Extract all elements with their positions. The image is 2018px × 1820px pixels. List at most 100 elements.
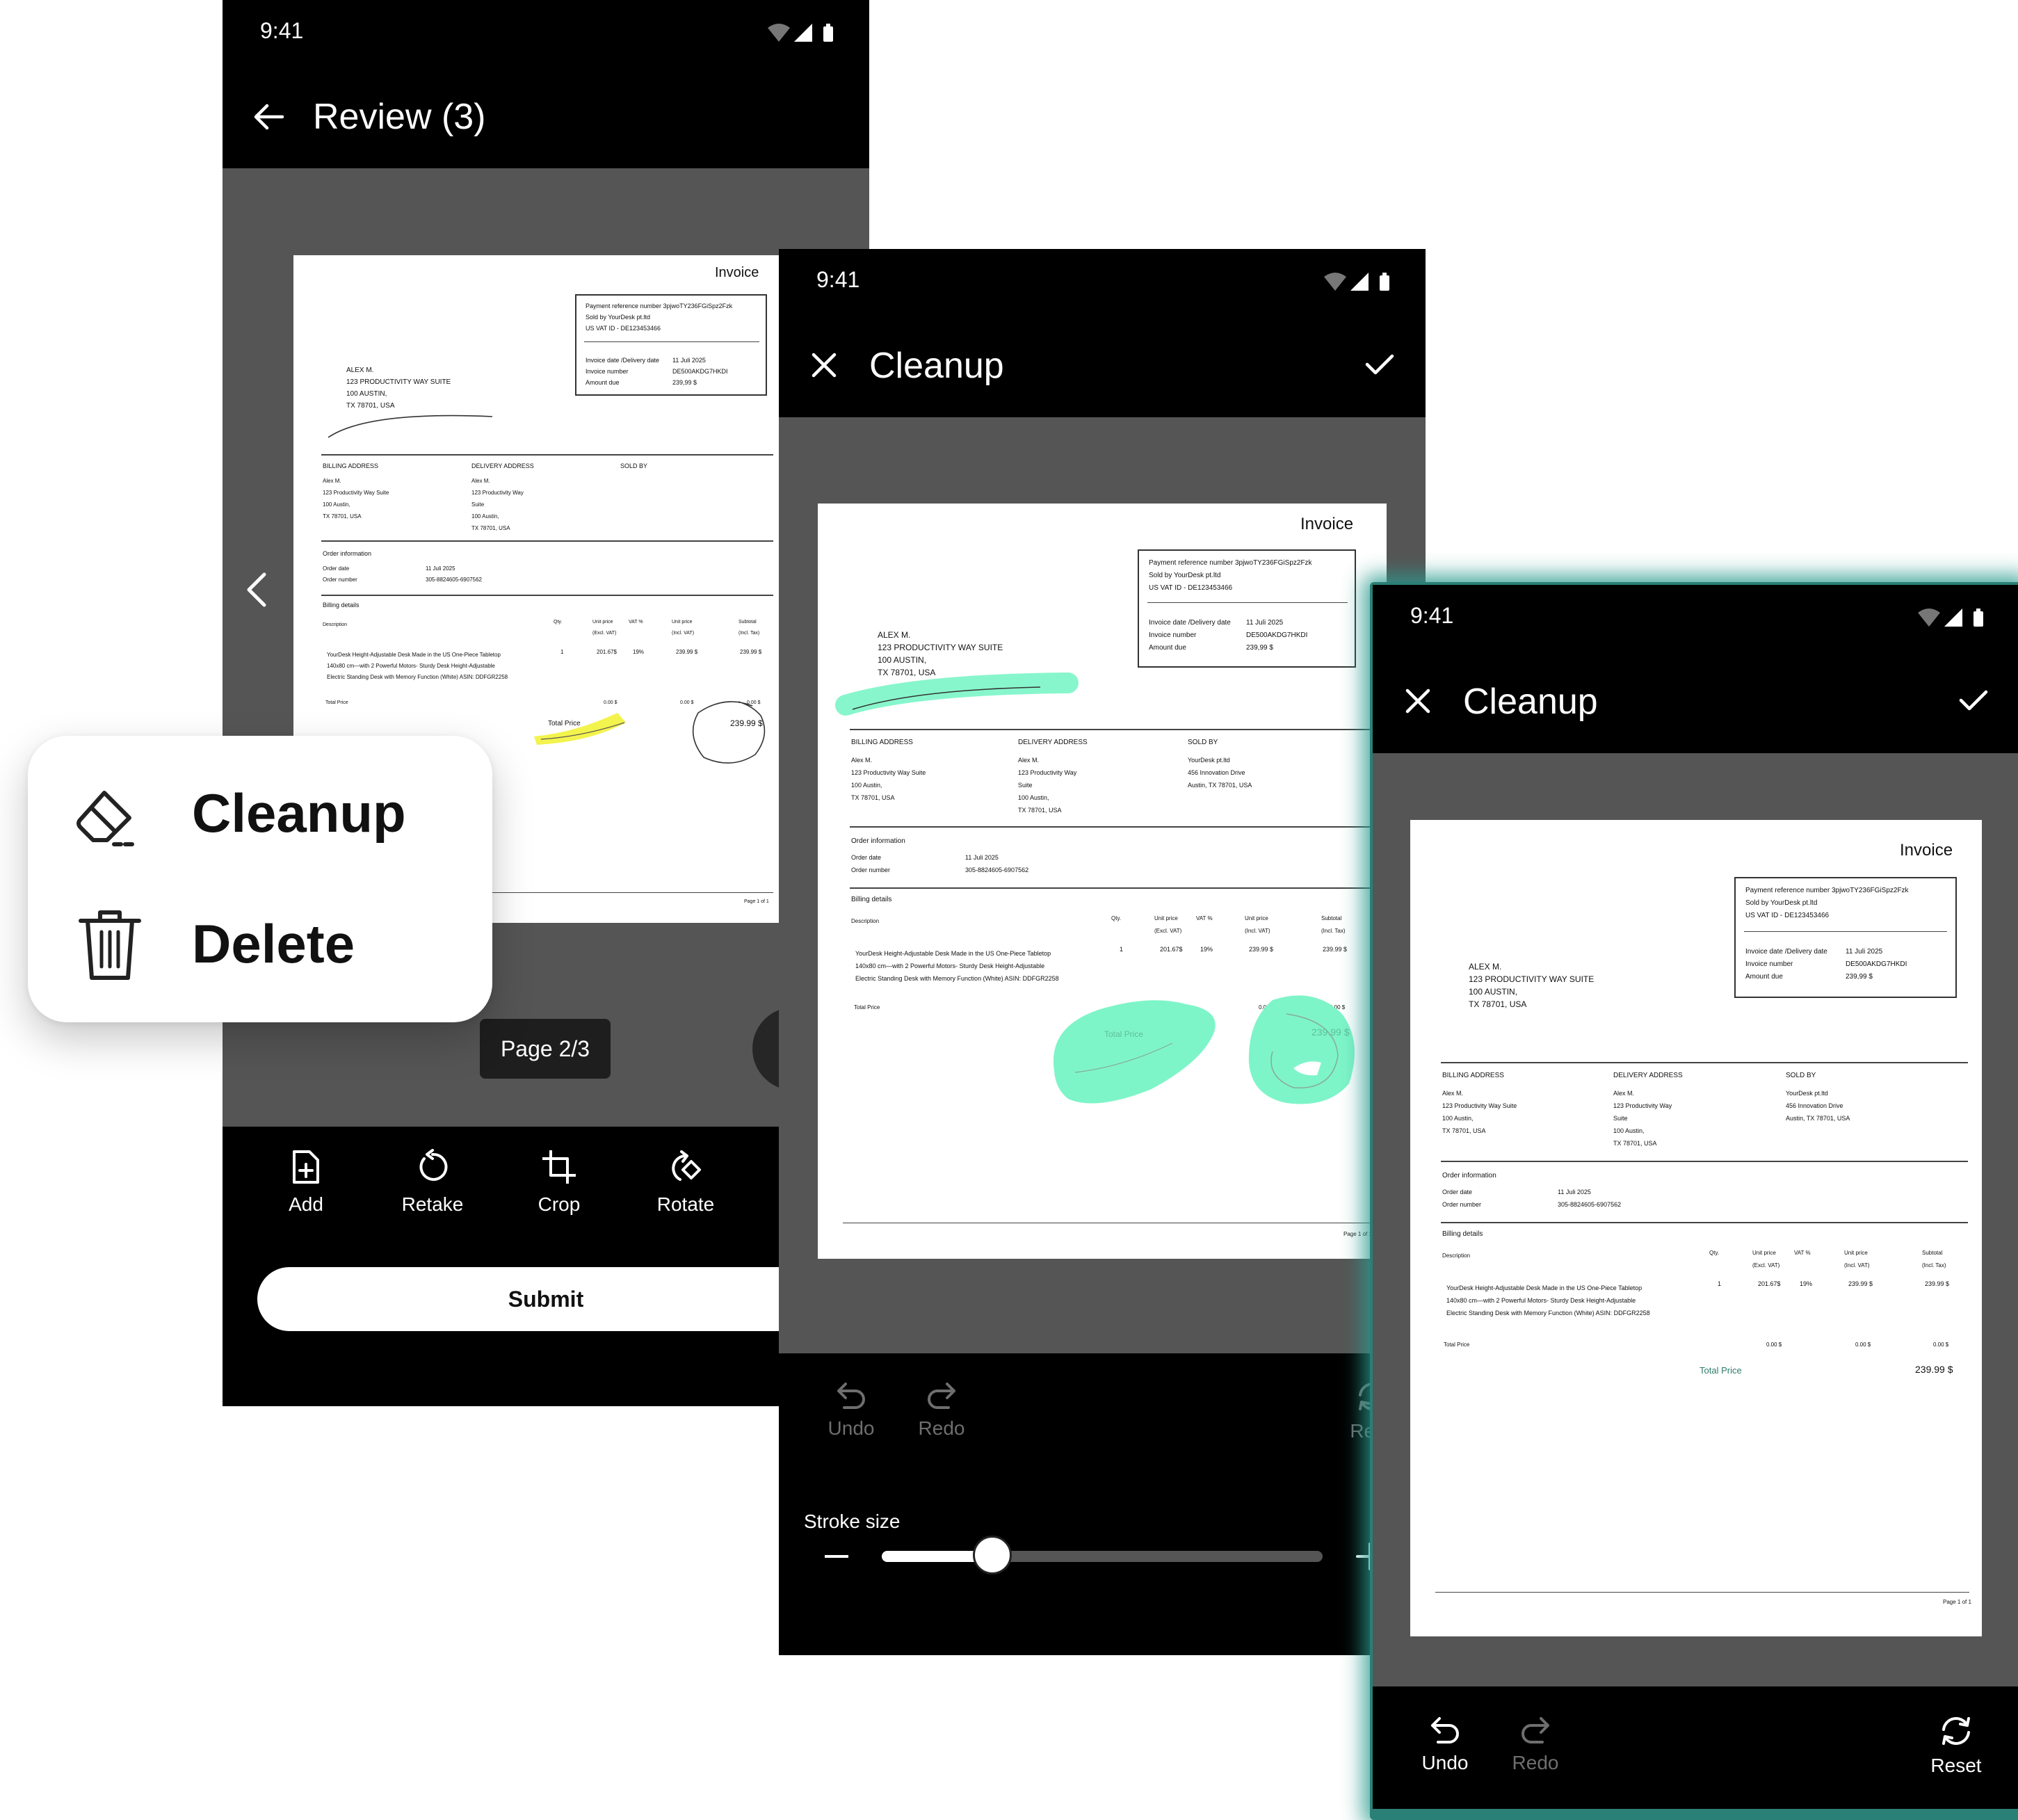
vat-id: US VAT ID - DE123453466 [586,325,661,332]
billing-line: Alex M. [323,478,341,484]
redo-button[interactable]: Redo [1495,1716,1576,1774]
undo-label: Undo [828,1417,875,1439]
cleanup-stroke [835,673,1079,716]
reset-label: Reset [1930,1755,1982,1776]
delivery-line: TX 78701, USA [1018,807,1062,814]
col-subtotal-sub: (Incl. Tax) [1922,1262,1946,1269]
order-number-value: 305-8824605-6907562 [965,867,1029,873]
close-icon[interactable] [811,352,837,378]
sold-by-line: Sold by YourDesk pt.ltd [586,314,651,321]
order-heading: Order information [851,837,905,845]
order-date-value: 11 Juli 2025 [965,854,999,861]
item-line: Electric Standing Desk with Memory Funct… [855,975,1059,982]
stroke-size-label: Stroke size [804,1511,901,1532]
cleanup-label: Cleanup [192,782,406,844]
divider [1147,602,1348,603]
col-subtotal: Subtotal [1321,915,1342,921]
item-line: YourDesk Height-Adjustable Desk Made in … [327,652,501,658]
document-canvas[interactable]: Invoice Payment reference number 3pjwoTY… [818,504,1387,1259]
order-number-label: Order number [1442,1201,1482,1208]
redo-icon [928,1383,955,1409]
rotate-label: Rotate [656,1193,715,1215]
rotate-icon [672,1150,701,1181]
menu-item-cleanup[interactable]: Cleanup [28,736,492,875]
zero-amount: 0.00 $ [1855,1342,1871,1348]
col-unit-incl-sub: (Incl. VAT) [1245,928,1270,934]
stroke-size-slider[interactable] [882,1536,1323,1575]
undo-label: Undo [1421,1752,1469,1773]
delivery-line: Suite [1018,782,1033,789]
document-canvas[interactable]: Invoice Payment reference number 3pjwoTY… [1410,820,1982,1636]
retake-button[interactable]: Retake [385,1149,480,1216]
divider [1744,931,1947,932]
delivery-line: Alex M. [1018,757,1040,764]
divider [850,887,1371,889]
billing-line: TX 78701, USA [851,794,895,801]
page-footer: Page 1 of 1 [1343,1231,1372,1237]
back-arrow-icon[interactable] [253,103,284,131]
col-subtotal-sub: (Incl. Tax) [1321,928,1346,934]
item-qty: 1 [560,649,564,655]
total-price-value: 239.99 $ [1311,1026,1350,1038]
eraser-icon [76,791,138,846]
page-title: Review (3) [313,97,486,137]
invoice-date-value: 11 Juli 2025 [1246,619,1284,627]
invoice-title: Invoice [1300,515,1354,533]
close-icon[interactable] [1405,688,1431,714]
undo-button[interactable]: Undo [1405,1716,1485,1774]
status-bar: 9:41 [1373,585,2018,647]
rotate-button[interactable]: Rotate [638,1149,733,1216]
col-unit-excl: Unit price [1752,1250,1776,1256]
col-vat: VAT % [629,620,643,625]
status-bar: 9:41 [779,249,1426,312]
delivery-line: 100 Austin, [1018,794,1049,801]
submit-button[interactable]: Submit [257,1267,834,1331]
invoice-date-value: 11 Juli 2025 [672,357,706,364]
delivery-line: Alex M. [1613,1090,1635,1097]
total-label: Total Price [854,1004,880,1010]
item-unit-excl: 201.67$ [597,649,617,655]
undo-button[interactable]: Undo [811,1381,891,1440]
col-description: Description [323,622,348,627]
customer-name: ALEX M. [1469,962,1502,972]
pen-scribble [328,414,493,438]
item-vat: 19% [633,649,645,655]
amount-due-value: 239,99 $ [672,379,697,386]
page-title: Cleanup [869,346,1004,386]
soldby-heading: SOLD BY [1188,739,1218,746]
vat-id: US VAT ID - DE123453466 [1149,584,1233,592]
confirm-check-icon[interactable] [1958,688,1989,713]
menu-item-delete[interactable]: Delete [28,875,492,1014]
previous-page-chevron-icon[interactable] [245,572,268,608]
page-footer: Page 1 of 1 [744,899,769,904]
billing-line: Alex M. [1442,1090,1464,1097]
item-line: 140x80 cm—with 2 Powerful Motors- Sturdy… [327,663,495,669]
confirm-check-icon[interactable] [1364,352,1395,377]
col-unit-incl: Unit price [1844,1250,1868,1256]
billing-line: 123 Productivity Way Suite [323,490,389,496]
order-heading: Order information [1442,1172,1496,1179]
reset-button[interactable]: Reset [1911,1716,2001,1777]
crop-button[interactable]: Crop [512,1149,606,1216]
col-unit-excl: Unit price [592,620,613,625]
delivery-line: Alex M. [471,478,490,484]
amount-due-value: 239,99 $ [1246,644,1273,652]
page-indicator-label: Page 2/3 [500,1036,590,1061]
col-subtotal-sub: (Incl. Tax) [738,631,760,636]
invoice-number-label: Invoice number [1149,631,1197,639]
order-date-value: 11 Juli 2025 [426,565,455,572]
divider [321,595,773,596]
sold-by-line: Sold by YourDesk pt.ltd [1745,899,1818,907]
add-label: Add [289,1193,323,1215]
delivery-line: 100 Austin, [471,513,499,520]
total-price-label: Total Price [548,720,581,727]
slider-thumb[interactable] [972,1536,1012,1575]
redo-button[interactable]: Redo [901,1381,982,1440]
add-button[interactable]: Add [259,1149,353,1216]
customer-street: 123 PRODUCTIVITY WAY SUITE [878,643,1003,652]
delivery-heading: DELIVERY ADDRESS [471,462,534,469]
col-unit-excl-sub: (Excl. VAT) [592,631,617,636]
billing-heading: BILLING ADDRESS [851,739,913,746]
amount-due-label: Amount due [586,379,620,386]
stroke-decrease-button[interactable] [825,1555,848,1558]
